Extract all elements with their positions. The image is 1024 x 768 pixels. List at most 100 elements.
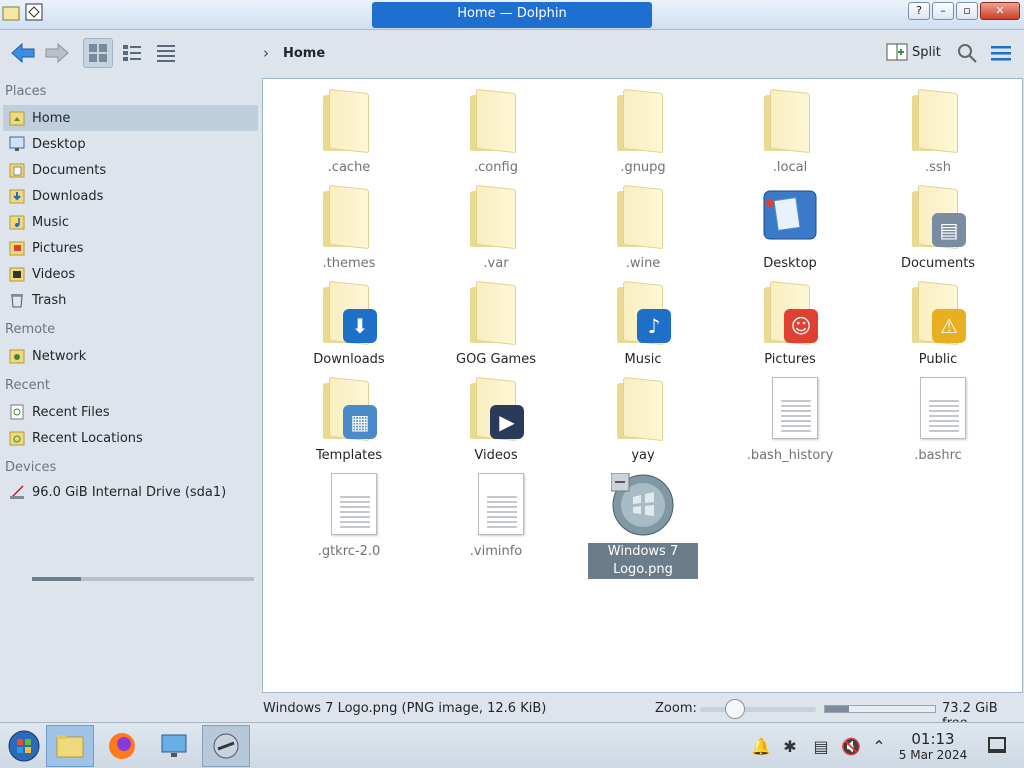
file-item-desktop[interactable]: Desktop [735,185,845,273]
taskbar-dolphin[interactable] [46,725,94,767]
file-item-public[interactable]: ⚠ Public [883,280,993,369]
file-item-local[interactable]: .local [735,88,845,177]
sidebar-item-label: Trash [32,292,67,308]
file-item-music[interactable]: ♪ Music [588,280,698,369]
file-item-videos[interactable]: ▶ Videos [441,376,551,465]
file-item-gtkrc-2-0[interactable]: .gtkrc-2.0 [294,473,404,561]
breadcrumb-home[interactable]: Home [283,46,325,61]
icons-view-button[interactable] [83,38,113,68]
forward-arrow-icon [45,42,69,64]
sidebar-item-label: Recent Files [32,404,110,420]
sidebar-item-recent-files[interactable]: Recent Files [3,399,258,425]
file-item-label: Pictures [764,352,816,367]
sidebar-item-documents[interactable]: Documents [3,157,258,183]
sidebar-item-music[interactable]: Music [3,209,258,235]
sidebar-item-videos[interactable]: Videos [3,261,258,287]
close-button[interactable]: ✕ [980,2,1020,20]
compact-view-button[interactable] [117,38,147,68]
icons-view-icon [89,44,107,62]
details-view-button[interactable] [151,38,181,68]
zoom-slider[interactable] [700,707,816,712]
sidebar-item-downloads[interactable]: Downloads [3,183,258,209]
folder-icon [611,376,675,442]
split-label: Split [912,44,941,60]
taskbar-system-settings[interactable] [150,725,198,767]
clock[interactable]: 01:13 5 Mar 2024 [890,731,976,763]
sidebar-item-desktop[interactable]: Desktop [3,131,258,157]
folder-icon [464,184,528,250]
drive-usage-bar [32,577,254,581]
clock-date: 5 Mar 2024 [898,748,968,762]
documents-folder-icon: ▤ [906,184,970,250]
free-space-bar[interactable] [824,705,936,713]
file-item-label: Documents [900,256,976,271]
search-icon[interactable] [956,42,978,64]
file-item-label: .config [474,160,518,175]
tray-app-icon[interactable]: ✱ [780,736,800,756]
file-item-gnupg[interactable]: .gnupg [588,88,698,177]
videos-emblem-icon: ▶ [490,405,524,439]
file-item-ssh[interactable]: .ssh [883,88,993,177]
maximize-button[interactable]: ▫ [956,2,978,20]
file-item-yay[interactable]: yay [588,376,698,465]
file-item-templates[interactable]: ▦ Templates [294,376,404,465]
documents-emblem-icon: ▤ [932,213,966,247]
taskbar-firefox[interactable] [98,725,146,767]
forward-button[interactable] [42,38,72,68]
file-item-label: Music [624,352,662,367]
minimize-button[interactable]: – [932,2,954,20]
file-view[interactable]: .cache .config .gnupg .local .ssh .themes .var… [262,78,1023,693]
file-item-label: Templates [315,448,383,463]
file-item-viminfo[interactable]: .viminfo [441,473,551,561]
folder-icon [464,88,528,154]
file-item-pictures[interactable]: ☺ Pictures [735,280,845,369]
recent-locations-icon [7,428,27,448]
sidebar-item-drive[interactable]: 96.0 GiB Internal Drive (sda1) [3,479,258,505]
file-item-documents[interactable]: ▤ Documents [883,184,993,273]
sidebar-item-home[interactable]: Home [3,105,258,131]
clipboard-icon[interactable]: ▤ [811,736,831,756]
chevron-up-icon[interactable]: ⌃ [869,736,889,756]
zoom-slider-handle[interactable] [724,699,745,719]
file-item-cache[interactable]: .cache [294,88,404,177]
file-item-gog-games[interactable]: GOG Games [441,280,551,369]
file-item-bashrc[interactable]: .bashrc [883,377,993,465]
taskbar-image-viewer[interactable] [202,725,250,767]
file-item-windows-7-logo-png[interactable]: Windows 7 Logo.png [588,472,698,579]
documents-folder-icon [7,160,27,180]
sidebar-item-network[interactable]: Network [3,343,258,369]
sidebar-item-pictures[interactable]: Pictures [3,235,258,261]
file-item-label: .bash_history [746,448,834,463]
sidebar-item-label: Home [32,110,71,126]
folder-icon [758,88,822,154]
start-button[interactable] [0,725,48,767]
sidebar-item-label: Desktop [32,136,86,152]
section-remote: Remote [5,322,56,337]
file-item-var[interactable]: .var [441,184,551,273]
back-button[interactable] [8,38,38,68]
file-item-config[interactable]: .config [441,88,551,177]
folder-icon [464,280,528,346]
windows-orb-icon [8,730,40,762]
templates-emblem-icon: ▦ [343,405,377,439]
notifications-icon[interactable]: 🔔 [751,736,771,756]
sidebar-item-label: 96.0 GiB Internal Drive (sda1) [32,484,227,500]
sidebar-item-trash[interactable]: Trash [3,287,258,313]
file-item-downloads[interactable]: ⬇ Downloads [294,280,404,369]
file-item-bash-history[interactable]: .bash_history [735,377,845,465]
hamburger-menu-icon[interactable] [990,44,1012,62]
help-button[interactable]: ? [908,2,930,20]
sidebar-item-recent-locations[interactable]: Recent Locations [3,425,258,451]
file-item-label: GOG Games [456,352,536,367]
file-item-wine[interactable]: .wine [588,184,698,273]
file-item-label: .viminfo [469,544,523,559]
sidebar-item-label: Music [32,214,69,230]
split-button[interactable]: Split [886,42,941,62]
file-item-label: .wine [625,256,661,271]
status-bar: Windows 7 Logo.png (PNG image, 12.6 KiB)… [262,697,1024,731]
text-file-icon [758,377,822,441]
show-desktop-icon[interactable] [988,737,1006,753]
volume-muted-icon[interactable]: 🔇 [841,736,861,756]
file-item-themes[interactable]: .themes [294,184,404,273]
sidebar-item-label: Recent Locations [32,430,143,446]
